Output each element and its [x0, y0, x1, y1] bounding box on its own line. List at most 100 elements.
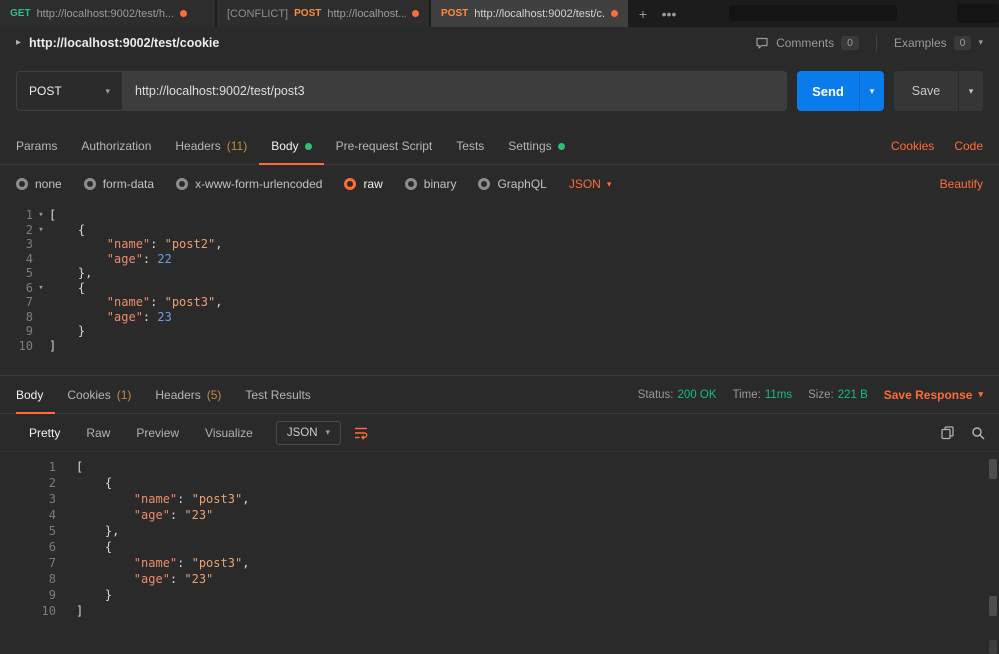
- tab-headers[interactable]: Headers (11): [163, 128, 259, 164]
- header-right-button[interactable]: [957, 4, 999, 23]
- tab-tests[interactable]: Tests: [444, 128, 496, 164]
- time-value[interactable]: 11ms: [765, 389, 792, 401]
- tab-label: Cookies: [67, 387, 111, 402]
- tab-label: Test Results: [245, 387, 311, 402]
- method-select[interactable]: POST ▾: [16, 71, 122, 111]
- collapse-caret-icon[interactable]: ▸: [16, 37, 21, 48]
- beautify-link[interactable]: Beautify: [940, 177, 983, 191]
- save-response-button[interactable]: Save Response ▾: [884, 388, 983, 402]
- tab-label: Headers: [175, 139, 221, 153]
- request-header-actions: Comments 0 Examples 0 ▾: [755, 34, 983, 51]
- radio-label: none: [35, 177, 62, 191]
- scrollbar-segment[interactable]: [989, 640, 997, 654]
- cookies-link[interactable]: Cookies: [891, 139, 934, 153]
- open-new-tab-button[interactable]: +: [630, 0, 656, 27]
- body-type-raw[interactable]: raw: [344, 177, 383, 191]
- body-type-form-data[interactable]: form-data: [83, 177, 155, 191]
- status-code: Status: 200 OK: [638, 389, 717, 401]
- view-tab-raw[interactable]: Raw: [73, 420, 123, 446]
- status-value[interactable]: 200 OK: [678, 389, 717, 401]
- response-tab-cookies[interactable]: Cookies (1): [55, 376, 143, 413]
- scrollbar-thumb[interactable]: [989, 459, 997, 479]
- copy-response-button[interactable]: [940, 425, 955, 440]
- code-text: },: [49, 266, 93, 280]
- code-line: 6 {: [0, 539, 999, 555]
- tab-settings[interactable]: Settings: [496, 128, 576, 164]
- send-button[interactable]: Send: [797, 71, 859, 111]
- response-tab-headers[interactable]: Headers (5): [143, 376, 233, 413]
- view-tab-pretty[interactable]: Pretty: [16, 420, 73, 446]
- fold-caret-icon[interactable]: ▾: [33, 208, 49, 223]
- chevron-down-icon: ▾: [325, 427, 331, 437]
- code-line: 3 "name": "post3",: [0, 491, 999, 507]
- send-options-button[interactable]: ▾: [859, 71, 884, 111]
- save-button[interactable]: Save: [894, 71, 958, 111]
- response-tab-body[interactable]: Body: [16, 376, 56, 414]
- chevron-down-icon: ▾: [978, 389, 983, 399]
- request-tabs: Params Authorization Headers (11) Body P…: [0, 128, 999, 165]
- request-title: http://localhost:9002/test/cookie: [29, 35, 220, 50]
- line-number: 4: [48, 508, 56, 522]
- response-tabs: Body Cookies (1) Headers (5) Test Result…: [0, 375, 999, 414]
- body-type-none[interactable]: none: [16, 177, 62, 191]
- code-text: [: [49, 208, 57, 222]
- radio-label: binary: [423, 177, 457, 191]
- request-tab-conflict[interactable]: [CONFLICT] POST http://localhost...: [217, 0, 429, 27]
- url-input[interactable]: [122, 71, 787, 111]
- code-line: 4 "age": 22: [0, 252, 999, 267]
- tab-options-button[interactable]: •••: [656, 0, 682, 27]
- postman-window: GET http://localhost:9002/test/h... [CON…: [0, 0, 999, 654]
- code-text: },: [76, 524, 120, 538]
- raw-format-select[interactable]: JSON ▾: [569, 177, 612, 191]
- response-format-select[interactable]: JSON ▾: [275, 420, 342, 445]
- search-response-button[interactable]: [971, 426, 985, 440]
- code-text: "age": 23: [106, 309, 172, 324]
- line-number: 9: [25, 324, 33, 338]
- fold-caret-icon[interactable]: ▾: [33, 223, 49, 238]
- line-number: 1: [48, 460, 56, 474]
- code-link[interactable]: Code: [954, 139, 983, 153]
- request-body-editor[interactable]: 1 ▾[2 ▾ {3 "name": "post2", 4 "age": 22 5 },…: [0, 203, 999, 375]
- body-type-urlencoded[interactable]: x-www-form-urlencoded: [176, 177, 322, 191]
- body-type-binary[interactable]: binary: [404, 177, 457, 191]
- scrollbar-thumb[interactable]: [989, 596, 997, 616]
- save-options-button[interactable]: ▾: [958, 71, 983, 111]
- body-type-graphql[interactable]: GraphQL: [478, 177, 547, 191]
- wrap-text-button[interactable]: [353, 425, 369, 441]
- format-value: JSON: [286, 426, 318, 439]
- tab-body[interactable]: Body: [259, 128, 324, 165]
- request-tab-get[interactable]: GET http://localhost:9002/test/h...: [0, 0, 215, 27]
- code-text: "name": "post3",: [133, 556, 250, 570]
- comments-count-badge: 0: [841, 35, 859, 50]
- tab-params[interactable]: Params: [16, 128, 69, 164]
- response-body-editor[interactable]: 1[2 {3 "name": "post3", 4 "age": "23" 5 },…: [0, 452, 999, 654]
- tab-pre-request-script[interactable]: Pre-request Script: [324, 128, 445, 164]
- response-toolbar-icons: [940, 425, 985, 440]
- line-number: 10: [41, 604, 56, 618]
- examples-button[interactable]: Examples: [894, 36, 947, 50]
- view-tab-visualize[interactable]: Visualize: [192, 420, 266, 446]
- size-value[interactable]: 221 B: [838, 389, 868, 401]
- code-line: 5 },: [0, 266, 999, 281]
- request-tab-active[interactable]: POST http://localhost:9002/test/c...: [431, 0, 628, 27]
- response-headers-count: (5): [206, 387, 222, 402]
- header-search-input[interactable]: [729, 5, 897, 21]
- line-number: 10: [18, 338, 33, 353]
- code-line: 5 },: [0, 523, 999, 539]
- radio-label: form-data: [102, 177, 155, 191]
- tab-authorization[interactable]: Authorization: [69, 128, 163, 164]
- code-text: {: [76, 476, 113, 490]
- chevron-down-icon[interactable]: ▾: [978, 37, 983, 48]
- view-tab-preview[interactable]: Preview: [123, 420, 192, 446]
- response-tab-test-results[interactable]: Test Results: [233, 376, 322, 413]
- comments-button[interactable]: Comments: [776, 36, 834, 50]
- code-text: ]: [49, 338, 57, 353]
- fold-caret-icon[interactable]: ▾: [33, 281, 49, 296]
- request-header-row: ▸ http://localhost:9002/test/cookie Comm…: [0, 27, 999, 58]
